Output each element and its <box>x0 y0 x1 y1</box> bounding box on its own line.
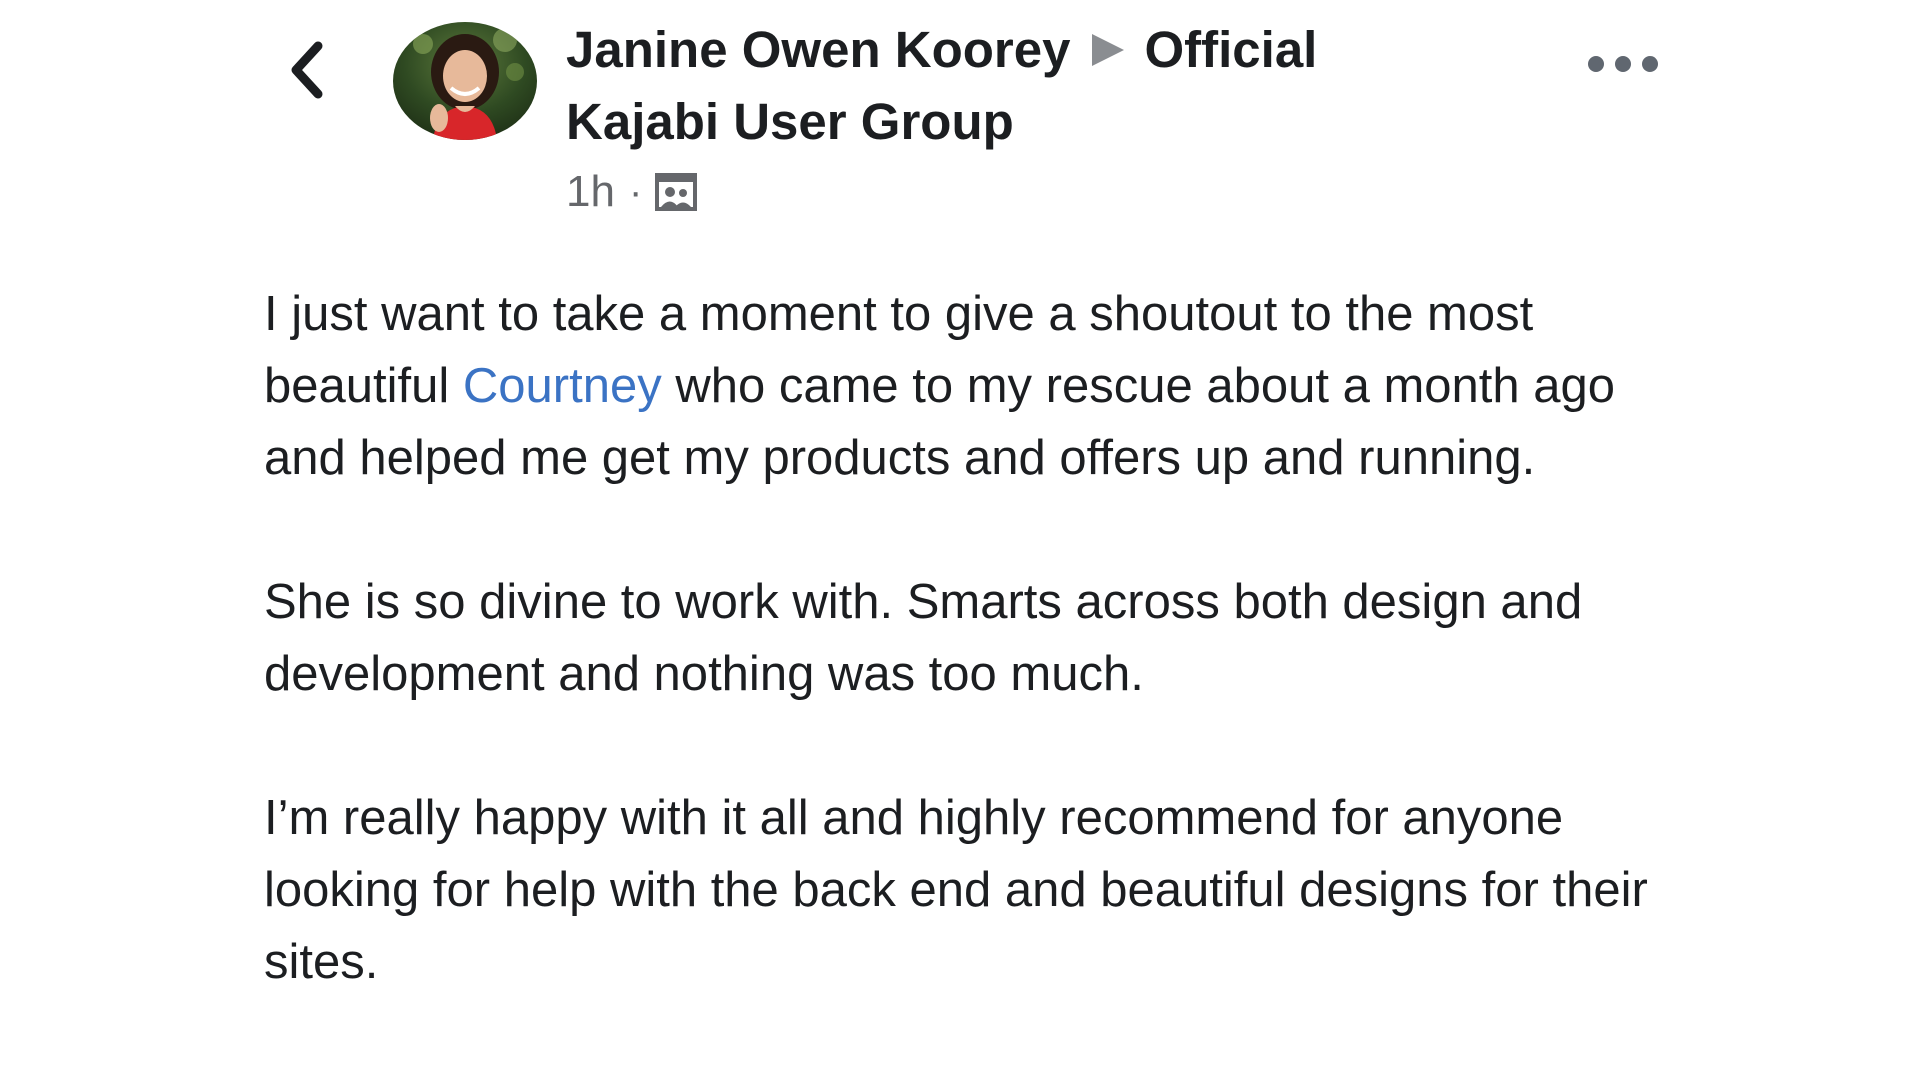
post-paragraph: I’m really happy with it all and highly … <box>264 791 1648 989</box>
more-options-icon-dot <box>1642 56 1658 72</box>
post-meta: 1h · <box>566 164 1386 220</box>
more-options-icon-dot <box>1615 56 1631 72</box>
mention-link[interactable]: Courtney <box>463 359 662 413</box>
post-paragraph: I just want to take a moment to give a s… <box>264 278 1684 494</box>
timestamp[interactable]: 1h <box>566 167 615 217</box>
group-audience-icon <box>655 173 698 211</box>
shared-to-arrow-icon <box>1092 34 1125 66</box>
post-paragraph: She is so divine to work with. Smarts ac… <box>264 575 1583 701</box>
avatar[interactable] <box>393 22 537 140</box>
back-button[interactable] <box>278 30 334 110</box>
meta-separator: · <box>628 169 643 214</box>
author-name[interactable]: Janine Owen Koorey <box>566 21 1070 78</box>
post-header: Janine Owen Koorey Official Kajabi User G… <box>566 14 1386 220</box>
more-options-button[interactable] <box>1588 44 1658 84</box>
profile-photo <box>393 22 537 140</box>
post-body: I just want to take a moment to give a s… <box>264 278 1684 1070</box>
chevron-left-icon <box>291 41 323 99</box>
post-title: Janine Owen Koorey Official Kajabi User G… <box>566 14 1386 158</box>
more-options-icon-dot <box>1588 56 1604 72</box>
post-view: Janine Owen Koorey Official Kajabi User G… <box>0 0 1920 1080</box>
